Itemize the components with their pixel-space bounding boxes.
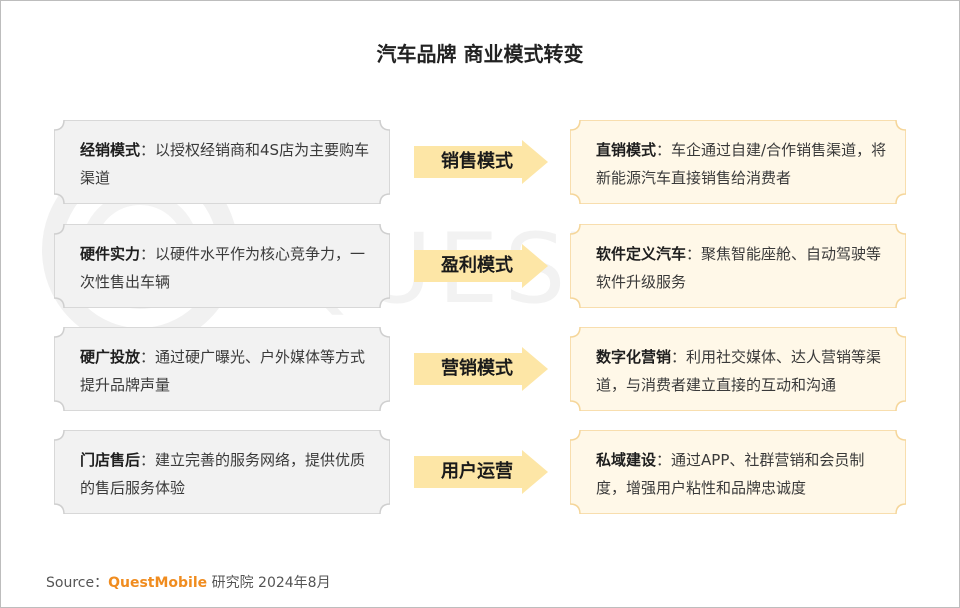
arrow-2: 盈利模式 bbox=[414, 244, 548, 288]
arrow-label-3: 营销模式 bbox=[441, 358, 513, 379]
right-term-1: 直销模式 bbox=[596, 141, 657, 159]
arrow-3: 营销模式 bbox=[414, 347, 548, 391]
source-brand: QuestMobile bbox=[108, 575, 208, 591]
arrow-label-1: 销售模式 bbox=[441, 151, 513, 172]
right-term-3: 数字化营销 bbox=[596, 348, 672, 366]
left-term-2: 硬件实力 bbox=[80, 245, 141, 263]
arrow-1: 销售模式 bbox=[414, 140, 548, 184]
right-box-2: 软件定义汽车：聚焦智能座舱、自动驾驶等软件升级服务 bbox=[570, 224, 906, 308]
left-term-3: 硬广投放 bbox=[80, 348, 141, 366]
left-box-3: 硬广投放：通过硬广曝光、户外媒体等方式提升品牌声量 bbox=[54, 327, 390, 411]
right-term-2: 软件定义汽车 bbox=[596, 245, 687, 263]
right-box-4: 私域建设：通过APP、社群营销和会员制度，增强用户粘性和品牌忠诚度 bbox=[570, 430, 906, 514]
source-suffix: 研究院 2024年8月 bbox=[207, 575, 331, 591]
left-box-1: 经销模式：以授权经销商和4S店为主要购车渠道 bbox=[54, 120, 390, 204]
right-box-3: 数字化营销：利用社交媒体、达人营销等渠道，与消费者建立直接的互动和沟通 bbox=[570, 327, 906, 411]
left-box-2: 硬件实力：以硬件水平作为核心竞争力，一次性售出车辆 bbox=[54, 224, 390, 308]
page-title: 汽车品牌 商业模式转变 bbox=[376, 42, 584, 66]
left-term-4: 门店售后 bbox=[80, 451, 141, 469]
source-prefix: Source： bbox=[46, 575, 109, 591]
arrow-4: 用户运营 bbox=[414, 450, 548, 494]
left-term-1: 经销模式 bbox=[80, 141, 141, 159]
left-box-4: 门店售后：建立完善的服务网络，提供优质的售后服务体验 bbox=[54, 430, 390, 514]
source-note: Source：QuestMobile 研究院 2024年8月 bbox=[46, 572, 331, 592]
right-box-1: 直销模式：车企通过自建/合作销售渠道，将新能源汽车直接销售给消费者 bbox=[570, 120, 906, 204]
arrow-label-4: 用户运营 bbox=[441, 461, 513, 482]
arrow-label-2: 盈利模式 bbox=[441, 255, 513, 276]
right-term-4: 私域建设 bbox=[596, 451, 657, 469]
